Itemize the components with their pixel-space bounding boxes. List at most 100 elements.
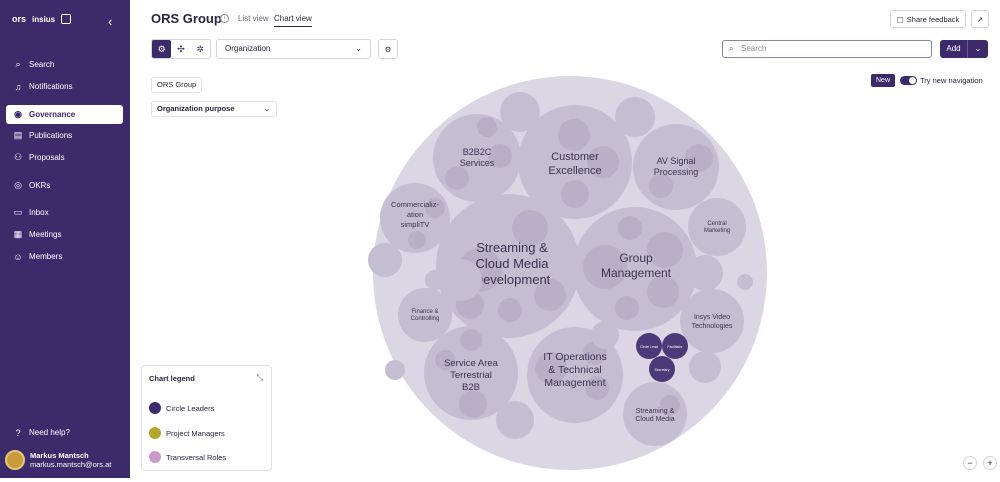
circle-av-signal-processing[interactable]: AV Signal Processing: [633, 124, 719, 210]
sidebar-item-governance[interactable]: ◉ Governance: [6, 105, 123, 124]
tab-list-view[interactable]: List view: [238, 14, 269, 23]
sidebar-item-members[interactable]: ☺ Members: [6, 247, 123, 266]
governance-icon: ◉: [14, 109, 22, 119]
inbox-icon: ▭: [13, 207, 23, 217]
avatar: [5, 450, 25, 470]
tab-chart-view[interactable]: Chart view: [274, 14, 312, 27]
chart-mode-toggle: ⚙ ✣ ✲: [151, 39, 211, 59]
circle-label: B2B2C: [463, 147, 492, 157]
legend-label: Transversal Roles: [166, 452, 227, 462]
user-profile[interactable]: Markus Mantsch markus.mantsch@ors.at: [5, 450, 111, 470]
purpose-label: Organization purpose: [157, 104, 235, 113]
circle-label: Development: [474, 272, 551, 287]
add-button[interactable]: Add ⌄: [940, 40, 988, 58]
zoom-out-button[interactable]: −: [963, 456, 977, 470]
collapse-sidebar-icon[interactable]: ‹: [108, 14, 112, 29]
search-input[interactable]: ⌕ Search: [722, 40, 932, 58]
logo-mark-icon[interactable]: [61, 14, 72, 24]
user-email: markus.mantsch@ors.at: [30, 460, 112, 469]
sidebar-item-notifications[interactable]: ♫ Notifications: [6, 77, 123, 96]
share-feedback-button[interactable]: ▢ Share feedback: [890, 10, 966, 28]
legend-label: Circle Leaders: [166, 403, 215, 413]
open-external-button[interactable]: ↗: [971, 10, 989, 28]
sidebar-item-meetings[interactable]: ▦ Meetings: [6, 225, 123, 244]
sidebar-item-search[interactable]: ⌕ Search: [6, 55, 123, 74]
circles-view-icon[interactable]: ⚙: [152, 40, 172, 58]
sidebar-item-publications[interactable]: ▤ Publications: [6, 126, 123, 145]
organization-select-value: Organization: [225, 44, 271, 53]
circle-label: Customer: [551, 151, 599, 163]
ors-logo[interactable]: ors: [12, 14, 26, 24]
insius-logo[interactable]: insius: [32, 15, 55, 24]
circle-label: Excellence: [548, 165, 601, 177]
user-name: Markus Mantsch: [30, 451, 89, 460]
main-content: ORS Group i List view Chart view ▢ Share…: [130, 0, 1000, 478]
search-icon: ⌕: [15, 59, 21, 69]
search-icon: ⌕: [729, 44, 734, 53]
circle-finance-controlling[interactable]: Finance & Controlling: [398, 288, 452, 342]
sidebar-item-label: Members: [29, 252, 63, 261]
legend-item-project-managers: Project Managers: [149, 427, 225, 439]
info-icon[interactable]: i: [220, 14, 229, 23]
circle-label: simpliTV: [401, 220, 430, 229]
circle-label: & Technical: [548, 364, 602, 376]
sidebar-item-okrs[interactable]: ◎ OKRs: [6, 176, 123, 195]
collapse-legend-icon[interactable]: ⤡: [257, 373, 263, 383]
zoom-in-button[interactable]: +: [983, 456, 997, 470]
settings-button[interactable]: ⚙: [378, 39, 398, 59]
members-icon: ☺: [13, 251, 23, 262]
new-badge: New: [871, 74, 896, 87]
legend-dot: [149, 402, 161, 414]
sidebar: ors insius ‹ ⌕ Search ♫ Notifications ◉ …: [0, 0, 130, 478]
need-help-label: Need help?: [29, 428, 70, 437]
circle-label: Controlling: [411, 316, 440, 322]
circle-label: Cloud Media: [476, 256, 550, 271]
need-help-link[interactable]: ? Need help?: [6, 423, 123, 442]
circle-label: B2B: [462, 382, 480, 393]
legend-item-circle-leaders: Circle Leaders: [149, 402, 214, 414]
new-navigation-label: Try new navigation: [920, 76, 983, 85]
gear-icon: ⚙: [384, 44, 392, 54]
legend-label: Project Managers: [166, 428, 225, 438]
sidebar-item-label: Meetings: [29, 230, 62, 239]
sidebar-item-proposals[interactable]: ⚇ Proposals: [6, 148, 123, 167]
chevron-down-icon[interactable]: ⌄: [968, 40, 988, 58]
network-view-icon[interactable]: ✣: [171, 40, 190, 58]
page-title: ORS Group: [151, 11, 222, 26]
sidebar-item-label: Search: [29, 60, 55, 69]
chart-legend: Chart legend ⤡ Circle Leaders Project Ma…: [141, 365, 272, 471]
circle-label: Services: [460, 158, 495, 168]
sidebar-item-label: Proposals: [29, 153, 65, 162]
legend-dot: [149, 451, 161, 463]
sidebar-item-label: Governance: [29, 110, 76, 119]
circle-label: Group: [619, 251, 653, 265]
new-navigation-toggle[interactable]: [900, 76, 917, 85]
purpose-select[interactable]: Organization purpose ⌄: [151, 101, 277, 117]
circle-insys-video[interactable]: Insys Video Technologies: [680, 289, 744, 353]
legend-item-transversal-roles: Transversal Roles: [149, 451, 226, 463]
people-view-icon[interactable]: ✲: [191, 40, 210, 58]
circle-label: Finance &: [411, 309, 438, 315]
circle-label: Central: [707, 221, 726, 227]
role-label: Circle Lead: [640, 345, 658, 349]
sidebar-item-label: Notifications: [29, 82, 73, 91]
organization-select[interactable]: Organization ⌄: [216, 39, 371, 59]
circle-commercialization-simplitv[interactable]: Commercializ- ation simpliTV: [380, 183, 450, 253]
chevron-down-icon: ⌄: [263, 104, 270, 113]
circle-label: Commercializ-: [391, 200, 439, 209]
circle-label: Technologies: [692, 323, 733, 330]
help-icon: ?: [15, 427, 21, 438]
circle-group-management[interactable]: Group Management: [573, 207, 697, 331]
publications-icon: ▤: [13, 130, 23, 140]
proposals-icon: ⚇: [13, 152, 23, 162]
circle-label: ation: [407, 210, 423, 219]
external-link-icon: ↗: [976, 14, 984, 24]
circle-central-marketing[interactable]: Central Marketing: [688, 198, 746, 256]
circle-streaming-cloud-media[interactable]: Streaming & Cloud Media: [623, 382, 687, 446]
chevron-down-icon: ⌄: [355, 44, 362, 53]
legend-title: Chart legend: [149, 374, 195, 383]
sidebar-item-inbox[interactable]: ▭ Inbox: [6, 203, 123, 222]
breadcrumb[interactable]: ORS Group: [151, 77, 203, 93]
share-feedback-label: Share feedback: [906, 14, 960, 24]
circle-label: Cloud Media: [635, 416, 674, 423]
